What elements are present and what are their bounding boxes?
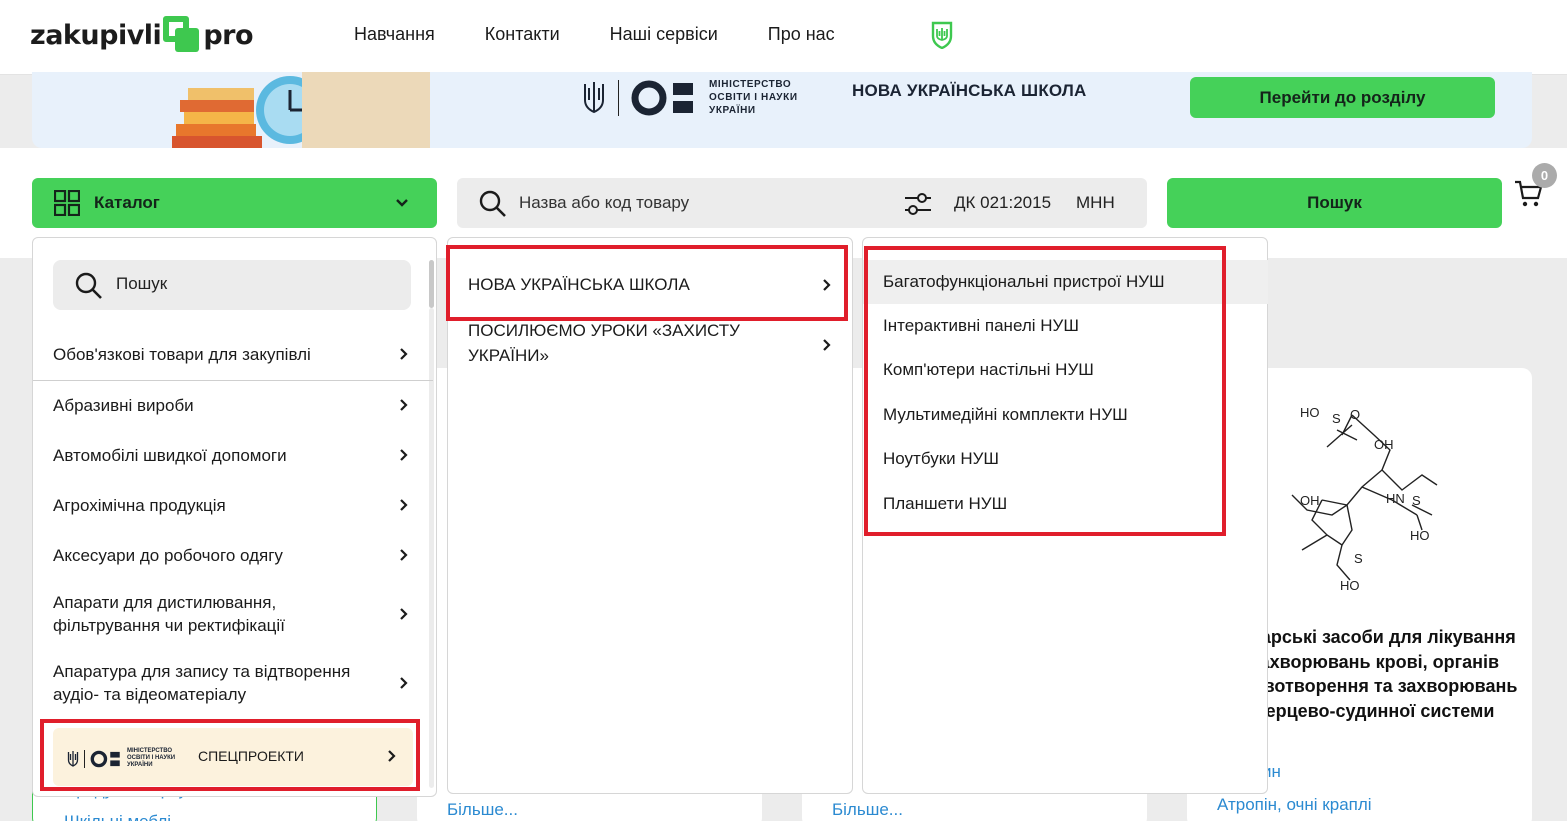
ministry-mark-icon	[90, 750, 120, 767]
ministry-logo: МІНІСТЕРСТВО ОСВІТИ І НАУКИ УКРАЇНИ	[582, 78, 798, 117]
catalog-item-audio-video[interactable]: Апаратура для запису та відтворення ауді…	[33, 659, 433, 707]
svg-text:S: S	[1412, 493, 1421, 508]
banner-title: НОВА УКРАЇНСЬКА ШКОЛА	[852, 81, 1087, 100]
chevron-right-icon	[400, 608, 408, 620]
logo-text-left: zakupivli	[30, 19, 162, 51]
chevron-right-icon	[823, 339, 831, 351]
svg-text:HN: HN	[1386, 491, 1405, 506]
books-clock-illustration	[172, 72, 430, 148]
go-to-section-button[interactable]: Перейти до розділу	[1190, 77, 1495, 118]
chevron-right-icon	[400, 499, 408, 511]
search-placeholder: Назва або код товару	[519, 193, 690, 212]
product-multimedia-kits-nush[interactable]: Мультимедійні комплекти НУШ	[863, 393, 1268, 437]
svg-text:O: O	[1350, 407, 1360, 422]
chevron-right-icon	[400, 549, 408, 561]
search-button[interactable]: Пошук	[1167, 178, 1502, 228]
chevron-right-icon	[400, 399, 408, 411]
svg-text:OH: OH	[1374, 437, 1394, 452]
special-projects-item[interactable]: МІНІСТЕРСТВО ОСВІТИ І НАУКИ УКРАЇНИ СПЕЦ…	[53, 728, 413, 786]
svg-text:HO: HO	[1410, 528, 1430, 543]
product-search-input[interactable]: Назва або код товару ДК 021:2015 МНН	[457, 178, 1147, 228]
filter-sliders-icon[interactable]	[904, 191, 932, 217]
search-icon	[75, 272, 102, 299]
nav-item-services[interactable]: Наші сервіси	[610, 24, 718, 45]
subcategory-defense-lessons[interactable]: ПОСИЛЮЄМО УРОКИ «ЗАХИСТУ УКРАЇНИ»	[468, 318, 788, 368]
chevron-right-icon	[400, 677, 408, 689]
bg-more-link[interactable]: Більше...	[832, 800, 903, 820]
main-nav: Навчання Контакти Наші сервіси Про нас	[354, 24, 835, 45]
chevron-down-icon	[396, 199, 408, 207]
svg-text:S: S	[1354, 551, 1363, 566]
product-tablets-nush[interactable]: Планшети НУШ	[863, 482, 1268, 526]
catalog-item-distillation[interactable]: Апарати для дистилювання, фільтрування ч…	[33, 590, 433, 638]
catalog-label: Каталог	[94, 193, 160, 212]
product-mfp-nush[interactable]: Багатофункціональні пристрої НУШ	[863, 260, 1268, 304]
mnn-filter-option[interactable]: МНН	[1076, 193, 1115, 213]
bg-more-link[interactable]: Більше...	[447, 800, 518, 820]
catalog-search-placeholder: Пошук	[116, 274, 168, 293]
top-header: zakupivli pro Навчання Контакти Наші сер…	[0, 0, 1567, 75]
bg-card-link[interactable]: Шкільні меблі	[64, 812, 171, 821]
tryzub-icon	[584, 81, 604, 113]
grid-icon	[54, 190, 80, 216]
catalog-dropdown-panel: Пошук Обов'язкові товари для закупівлі А…	[32, 237, 437, 797]
chevron-right-icon	[400, 449, 408, 461]
molecule-illustration: HO S O OH HN S HO OH S HO	[1291, 405, 1438, 593]
special-projects-panel: НОВА УКРАЇНСЬКА ШКОЛА ПОСИЛЮЄМО УРОКИ «З…	[447, 237, 853, 794]
nav-item-about[interactable]: Про нас	[768, 24, 835, 45]
svg-text:OH: OH	[1300, 493, 1320, 508]
svg-text:S: S	[1332, 411, 1341, 426]
catalog-item-workwear-accessories[interactable]: Аксесуари до робочого одягу	[33, 543, 433, 567]
catalog-button[interactable]: Каталог	[32, 178, 437, 228]
logo-text-right: pro	[203, 19, 254, 51]
promo-banner[interactable]: МІНІСТЕРСТВО ОСВІТИ І НАУКИ УКРАЇНИ НОВА…	[32, 72, 1532, 148]
ministry-name: МІНІСТЕРСТВО ОСВІТИ І НАУКИ УКРАЇНИ	[709, 79, 798, 116]
search-icon	[479, 190, 506, 217]
special-projects-label: СПЕЦПРОЕКТИ	[198, 748, 304, 764]
product-interactive-panels-nush[interactable]: Інтерактивні панелі НУШ	[863, 304, 1268, 348]
site-logo[interactable]: zakupivli pro	[30, 14, 254, 56]
ministry-logo-small: МІНІСТЕРСТВО ОСВІТИ І НАУКИ УКРАЇНИ	[67, 748, 175, 769]
tryzub-icon	[67, 750, 79, 767]
nav-item-learning[interactable]: Навчання	[354, 24, 435, 45]
bg-card-link-atropine[interactable]: Атропін, очні краплі	[1217, 795, 1372, 815]
logo-mark-icon	[163, 16, 201, 54]
product-desktop-pcs-nush[interactable]: Комп'ютери настільні НУШ	[863, 348, 1268, 392]
chevron-right-icon	[400, 348, 408, 360]
tryzub-shield-icon[interactable]	[930, 21, 954, 49]
ministry-name-small: МІНІСТЕРСТВО ОСВІТИ І НАУКИ УКРАЇНИ	[127, 748, 176, 768]
bg-card-title: Лікарські засоби для лікування захворюва…	[1232, 627, 1518, 721]
cart-count-badge: 0	[1532, 163, 1557, 188]
catalog-search-input[interactable]: Пошук	[53, 260, 411, 310]
product-laptops-nush[interactable]: Ноутбуки НУШ	[863, 437, 1268, 481]
scrollbar-thumb[interactable]	[429, 260, 434, 308]
nav-item-contacts[interactable]: Контакти	[485, 24, 560, 45]
catalog-item-agrochemicals[interactable]: Агрохімічна продукція	[33, 493, 433, 517]
svg-text:HO: HO	[1340, 578, 1360, 593]
nush-products-panel: Багатофункціональні пристрої НУШ Інтерак…	[862, 237, 1268, 794]
svg-text:HO: HO	[1300, 405, 1320, 420]
dk-filter-option[interactable]: ДК 021:2015	[954, 193, 1051, 213]
catalog-item-abrasives[interactable]: Абразивні вироби	[33, 393, 433, 417]
catalog-divider	[33, 380, 433, 381]
chevron-right-icon	[388, 750, 396, 762]
catalog-item-mandatory[interactable]: Обов'язкові товари для закупівлі	[33, 342, 433, 366]
subcategory-nush[interactable]: НОВА УКРАЇНСЬКА ШКОЛА	[468, 272, 818, 297]
ministry-mark-icon	[631, 80, 693, 115]
catalog-item-ambulances[interactable]: Автомобілі швидкої допомоги	[33, 443, 433, 467]
chevron-right-icon	[823, 279, 831, 291]
